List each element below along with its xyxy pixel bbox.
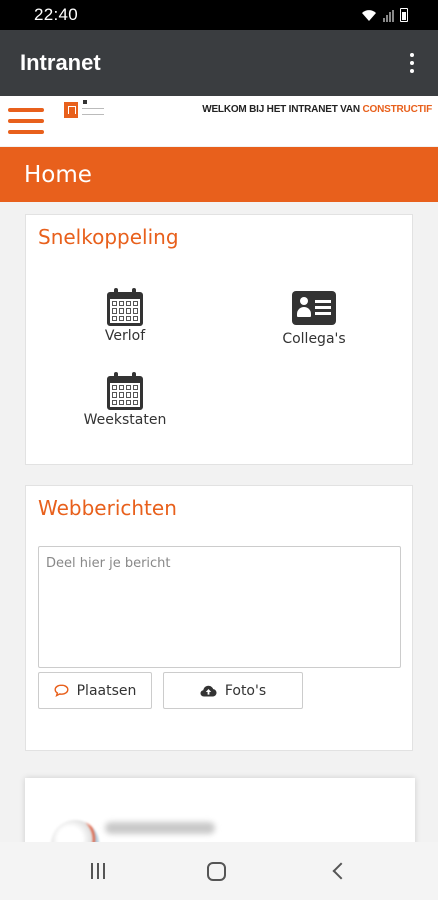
post-button-label: Plaatsen <box>76 682 137 699</box>
photos-button-label: Foto's <box>224 682 267 699</box>
status-time: 22:40 <box>34 5 79 24</box>
site-header: WELKOM BIJ HET INTRANET VAN CONSTRUCTIF <box>0 96 438 146</box>
photos-button[interactable]: Foto's <box>163 672 303 709</box>
message-input[interactable] <box>38 546 401 668</box>
shortcut-weekstaten[interactable]: Weekstaten <box>55 372 195 428</box>
calendar-icon <box>107 288 143 326</box>
shortcut-label: Weekstaten <box>83 412 167 428</box>
contact-card-icon <box>292 291 336 325</box>
app-title: Intranet <box>20 50 101 75</box>
shortcut-collegas[interactable]: Collega's <box>244 291 384 347</box>
welcome-brand: CONSTRUCTIF <box>362 104 433 115</box>
speech-bubble-icon <box>54 684 69 697</box>
status-bar: 22:40 <box>0 0 438 30</box>
post-author-name-blurred <box>105 822 215 834</box>
app-bar: Intranet <box>0 30 438 96</box>
back-icon[interactable] <box>332 862 350 880</box>
cloud-upload-icon <box>200 685 217 696</box>
battery-icon <box>400 8 408 22</box>
recent-apps-icon[interactable] <box>91 863 106 879</box>
overflow-menu-icon[interactable] <box>406 47 418 79</box>
webberichten-title: Webberichten <box>38 496 177 520</box>
signal-icon <box>383 10 394 22</box>
status-icons <box>361 8 408 22</box>
snelkoppeling-title: Snelkoppeling <box>38 225 179 249</box>
constructif-logo[interactable] <box>64 100 108 120</box>
page-title-bar: Home <box>0 147 438 202</box>
shortcut-label: Verlof <box>104 328 146 344</box>
page-title: Home <box>24 161 92 188</box>
welcome-text: WELKOM BIJ HET INTRANET VAN <box>202 104 363 115</box>
calendar-icon <box>107 372 143 410</box>
snelkoppeling-card: Snelkoppeling Verlof Collega's Weekstate… <box>25 214 413 465</box>
home-icon[interactable] <box>207 861 227 881</box>
shortcut-label: Collega's <box>282 331 346 347</box>
navigation-bar <box>0 842 438 900</box>
post-button[interactable]: Plaatsen <box>38 672 152 709</box>
wifi-icon <box>362 10 376 21</box>
shortcut-verlof[interactable]: Verlof <box>55 288 195 344</box>
hamburger-menu-icon[interactable] <box>8 106 44 136</box>
webberichten-card: Webberichten Plaatsen Foto's <box>25 485 413 751</box>
welcome-banner: WELKOM BIJ HET INTRANET VAN CONSTRUCTIF <box>202 104 432 115</box>
